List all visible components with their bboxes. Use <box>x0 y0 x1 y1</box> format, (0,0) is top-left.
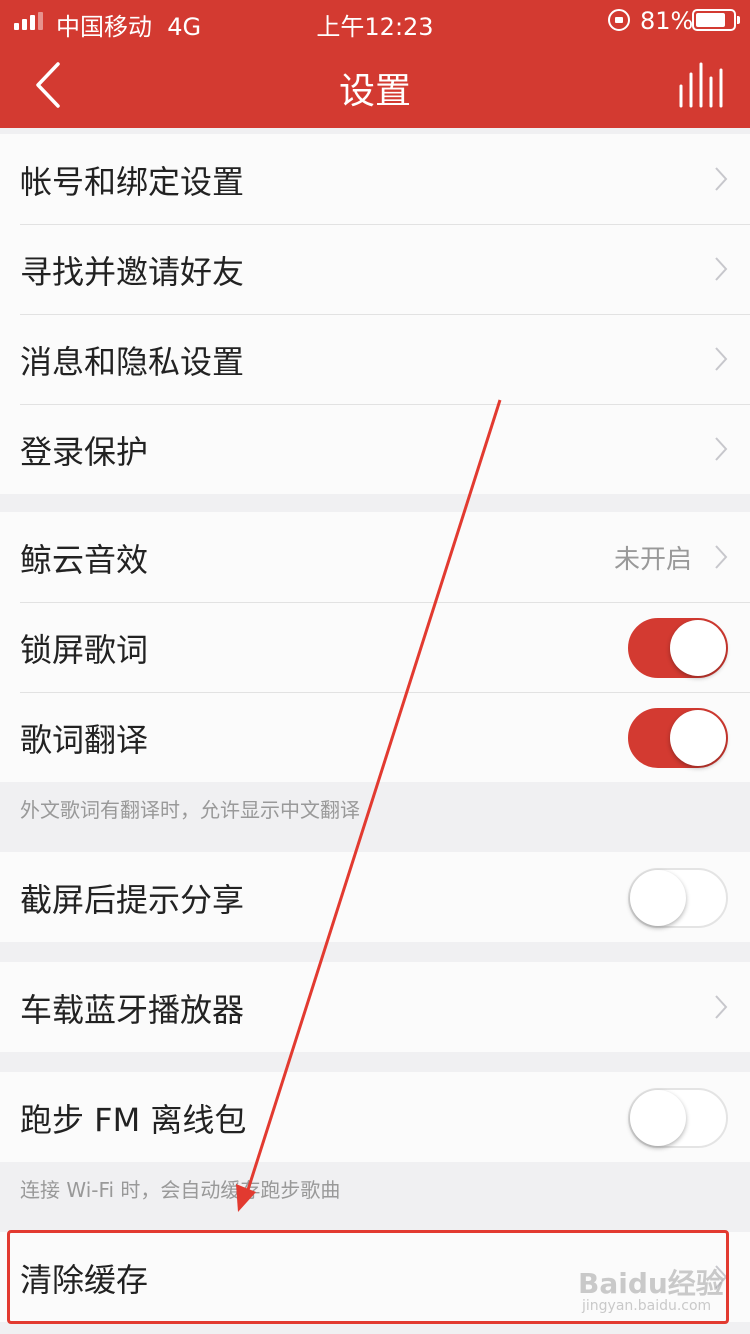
lyric-translation-toggle[interactable] <box>628 708 728 768</box>
chevron-right-icon <box>715 545 728 569</box>
watermark-logo: Baidu经验 <box>578 1267 724 1300</box>
settings-item-label: 鲸云音效 <box>20 541 149 579</box>
now-playing-button[interactable] <box>678 62 724 108</box>
battery-percent: 81% <box>640 7 694 35</box>
settings-item-account-binding[interactable]: 帐号和绑定设置 <box>0 134 750 224</box>
settings-item-invite-friends[interactable]: 寻找并邀请好友 <box>0 224 750 314</box>
settings-item-label: 截屏后提示分享 <box>20 881 245 919</box>
battery-icon <box>692 9 740 31</box>
clock: 上午12:23 <box>316 13 434 41</box>
audio-settings-group: 鲸云音效 未开启 锁屏歌词 歌词翻译 <box>0 512 750 782</box>
settings-item-label: 歌词翻译 <box>20 721 149 759</box>
page-title: 设置 <box>338 71 411 112</box>
settings-item-label: 跑步 FM 离线包 <box>20 1101 247 1139</box>
chevron-right-icon <box>715 437 728 461</box>
equalizer-bars-icon <box>679 62 723 108</box>
settings-item-label: 帐号和绑定设置 <box>20 163 245 201</box>
watermark-url: jingyan.baidu.com <box>582 1298 712 1314</box>
settings-item-lock-screen-lyrics: 锁屏歌词 <box>0 602 750 692</box>
settings-item-car-bluetooth[interactable]: 车载蓝牙播放器 <box>0 962 750 1052</box>
running-fm-group: 跑步 FM 离线包 <box>0 1072 750 1162</box>
settings-item-lyric-translation: 歌词翻译 <box>0 692 750 782</box>
sound-effect-status: 未开启 <box>613 545 692 575</box>
share-settings-group: 截屏后提示分享 <box>0 852 750 942</box>
lock-screen-lyrics-toggle[interactable] <box>628 618 728 678</box>
screenshot-share-toggle[interactable] <box>628 868 728 928</box>
settings-item-label: 登录保护 <box>20 433 149 471</box>
car-settings-group: 车载蓝牙播放器 <box>0 962 750 1052</box>
chevron-right-icon <box>715 167 728 191</box>
settings-item-label: 寻找并邀请好友 <box>20 253 245 291</box>
lyric-translation-note: 外文歌词有翻译时，允许显示中文翻译 <box>20 798 360 822</box>
account-settings-group: 帐号和绑定设置 寻找并邀请好友 消息和隐私设置 登录保护 <box>0 134 750 494</box>
rotation-lock-icon <box>608 9 630 31</box>
running-fm-note: 连接 Wi-Fi 时，会自动缓存跑步歌曲 <box>20 1178 341 1202</box>
settings-item-screenshot-share: 截屏后提示分享 <box>0 852 750 942</box>
battery-fill <box>696 13 725 27</box>
chevron-right-icon <box>715 347 728 371</box>
settings-item-running-fm: 跑步 FM 离线包 <box>0 1072 750 1162</box>
running-fm-toggle[interactable] <box>628 1088 728 1148</box>
settings-item-label: 消息和隐私设置 <box>20 343 245 381</box>
settings-item-label: 车载蓝牙播放器 <box>20 991 245 1029</box>
nav-bar: 设置 <box>0 42 750 128</box>
settings-item-message-privacy[interactable]: 消息和隐私设置 <box>0 314 750 404</box>
settings-item-login-protection[interactable]: 登录保护 <box>0 404 750 494</box>
status-bar: 中国移动 4G 上午12:23 81% <box>0 0 750 42</box>
settings-item-sound-effect[interactable]: 鲸云音效 未开启 <box>0 512 750 602</box>
chevron-right-icon <box>715 995 728 1019</box>
settings-item-label: 锁屏歌词 <box>20 631 149 669</box>
chevron-right-icon <box>715 257 728 281</box>
